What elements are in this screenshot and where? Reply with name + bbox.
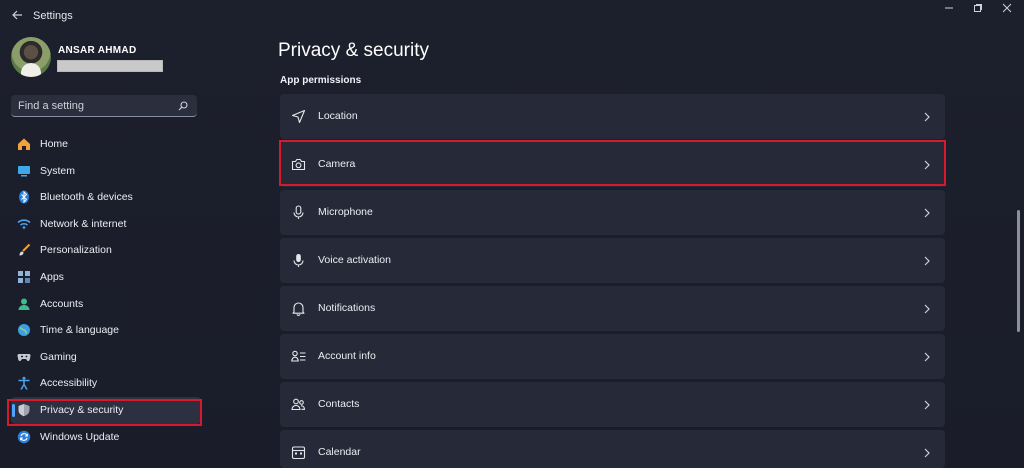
sidebar-item-label: Gaming — [40, 350, 77, 363]
location-icon — [291, 109, 306, 124]
sidebar-item-label: Bluetooth & devices — [40, 191, 133, 204]
sidebar-item-label: Apps — [40, 270, 64, 283]
sidebar-item-label: Time & language — [40, 324, 119, 337]
permission-label: Microphone — [318, 206, 373, 218]
globe-icon — [17, 323, 31, 337]
sidebar-item-label: Windows Update — [40, 430, 120, 443]
close-button[interactable] — [996, 3, 1018, 19]
permission-label: Calendar — [318, 446, 361, 458]
chevron-right-icon — [923, 110, 931, 122]
chevron-right-icon — [923, 206, 931, 218]
sidebar-nav: Home System Bluetooth & devices Network … — [11, 131, 201, 450]
calendar-icon — [291, 445, 306, 460]
sidebar-item-label: Home — [40, 138, 69, 150]
search-input[interactable] — [18, 99, 168, 113]
avatar[interactable] — [11, 37, 51, 77]
permission-label: Notifications — [318, 302, 376, 314]
chevron-right-icon — [923, 398, 931, 410]
permission-row-location[interactable]: Location — [280, 94, 945, 139]
sidebar-item-apps[interactable]: Apps — [11, 264, 201, 291]
apps-icon — [17, 270, 31, 284]
sidebar-item-home[interactable]: Home — [11, 131, 201, 158]
sidebar-item-privacy-security[interactable]: Privacy & security — [11, 396, 201, 424]
bell-icon — [291, 301, 306, 316]
sidebar-item-personalization[interactable]: Personalization — [11, 237, 201, 264]
permission-row-voice-activation[interactable]: Voice activation — [280, 238, 945, 283]
permission-row-microphone[interactable]: Microphone — [280, 190, 945, 235]
chevron-right-icon — [923, 158, 931, 170]
permission-row-account-info[interactable]: Account info — [280, 334, 945, 379]
sidebar-item-label: Network & internet — [40, 217, 127, 230]
brush-icon — [17, 243, 31, 257]
wifi-icon — [17, 217, 31, 231]
sidebar-item-label: Accounts — [40, 297, 84, 310]
settings-window: Settings ANSAR AHMAD Home Sy — [0, 0, 1024, 468]
permission-label: Voice activation — [318, 254, 391, 266]
sidebar-item-label: Privacy & security — [40, 403, 124, 416]
sidebar-item-label: System — [40, 164, 76, 177]
sidebar-item-network[interactable]: Network & internet — [11, 211, 201, 238]
profile-name: ANSAR AHMAD — [58, 45, 137, 56]
permission-row-calendar[interactable]: Calendar — [280, 430, 945, 468]
permission-row-camera[interactable]: Camera — [280, 142, 945, 187]
permission-label: Account info — [318, 350, 376, 362]
shield-icon — [17, 403, 31, 417]
voice-activation-icon — [291, 253, 306, 268]
contacts-icon — [291, 397, 306, 412]
sidebar-item-accounts[interactable]: Accounts — [11, 291, 201, 318]
sidebar-item-gaming[interactable]: Gaming — [11, 344, 201, 371]
home-icon — [17, 137, 31, 151]
sidebar-item-system[interactable]: System — [11, 158, 201, 185]
camera-icon — [291, 157, 306, 172]
sidebar-item-windows-update[interactable]: Windows Update — [11, 424, 201, 451]
gamepad-icon — [17, 350, 31, 364]
sidebar-item-bluetooth[interactable]: Bluetooth & devices — [11, 184, 201, 211]
microphone-icon — [291, 205, 306, 220]
bluetooth-icon — [17, 190, 31, 204]
chevron-right-icon — [923, 302, 931, 314]
chevron-right-icon — [923, 350, 931, 362]
accounts-icon — [17, 297, 31, 311]
system-icon — [17, 164, 31, 178]
permission-label: Contacts — [318, 398, 360, 410]
section-title: App permissions — [280, 75, 362, 86]
profile-email-redacted — [57, 60, 163, 72]
sidebar-item-label: Accessibility — [40, 377, 98, 390]
sidebar-item-accessibility[interactable]: Accessibility — [11, 370, 201, 397]
minimize-button[interactable] — [938, 3, 960, 19]
permission-row-contacts[interactable]: Contacts — [280, 382, 945, 427]
scrollbar[interactable] — [1017, 210, 1020, 332]
chevron-right-icon — [923, 254, 931, 266]
accessibility-icon — [17, 376, 31, 391]
sidebar-item-label: Personalization — [40, 244, 112, 257]
search-icon[interactable] — [177, 99, 189, 111]
account-info-icon — [291, 349, 306, 364]
permission-label: Camera — [318, 158, 356, 170]
title-bar: Settings — [0, 0, 1024, 34]
update-icon — [17, 430, 31, 444]
back-arrow-icon[interactable] — [8, 8, 26, 26]
permission-label: Location — [318, 110, 358, 122]
search-box[interactable] — [11, 95, 197, 117]
sidebar-item-time-language[interactable]: Time & language — [11, 317, 201, 344]
app-title: Settings — [33, 10, 73, 22]
chevron-right-icon — [923, 446, 931, 458]
page-title: Privacy & security — [278, 40, 429, 61]
permission-row-notifications[interactable]: Notifications — [280, 286, 945, 331]
restore-button[interactable] — [967, 3, 989, 19]
